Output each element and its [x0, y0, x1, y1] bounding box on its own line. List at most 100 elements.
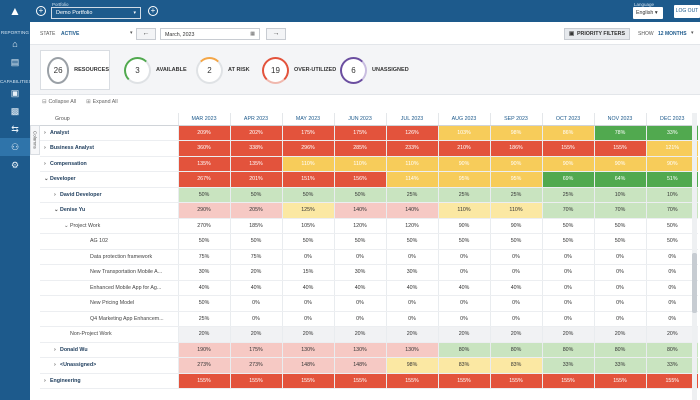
- collapse-all-button[interactable]: ⊟ Collapse All: [42, 99, 76, 105]
- allocation-cell[interactable]: 155%: [229, 373, 282, 389]
- allocation-cell[interactable]: 30%: [385, 264, 438, 281]
- allocation-cell[interactable]: 0%: [437, 295, 490, 312]
- allocation-cell[interactable]: 50%: [541, 233, 594, 250]
- table-row[interactable]: › <Unassigned> 273% 273% 148% 148% 98% 83% 83% 33…: [40, 357, 698, 374]
- allocation-cell[interactable]: 98%: [489, 125, 542, 141]
- allocation-cell[interactable]: 0%: [385, 311, 438, 327]
- allocation-cell[interactable]: 90%: [437, 218, 490, 234]
- vertical-scrollbar[interactable]: [692, 113, 697, 400]
- table-row[interactable]: › Engineering 155% 155% 155% 155% 155% 155% 155%…: [40, 373, 698, 389]
- allocation-cell[interactable]: 50%: [229, 233, 282, 250]
- row-group-cell[interactable]: › David Developer: [40, 187, 178, 203]
- allocation-cell[interactable]: 0%: [593, 295, 646, 312]
- table-row[interactable]: ⌄Project Work 270% 185% 105% 120% 120% 90% 90% 5…: [40, 218, 698, 234]
- allocation-cell[interactable]: 155%: [177, 373, 230, 389]
- allocation-cell[interactable]: 125%: [281, 202, 334, 219]
- allocation-cell[interactable]: 25%: [437, 187, 490, 203]
- priority-filters-button[interactable]: ▣ PRIORITY FILTERS: [564, 28, 630, 40]
- allocation-cell[interactable]: 50%: [177, 233, 230, 250]
- allocation-cell[interactable]: 120%: [333, 218, 386, 234]
- scrollbar-thumb[interactable]: [692, 253, 697, 313]
- columns-side-tab[interactable]: Columns: [30, 125, 40, 155]
- month-column-header[interactable]: JUN 2023: [333, 113, 386, 126]
- allocation-cell[interactable]: 25%: [489, 187, 542, 203]
- allocation-cell[interactable]: 50%: [229, 187, 282, 203]
- allocation-cell[interactable]: 40%: [333, 280, 386, 296]
- row-group-cell[interactable]: › Compensation: [40, 156, 178, 172]
- summary-card-over-utilized[interactable]: 19 OVER-UTILIZED: [256, 50, 346, 90]
- allocation-cell[interactable]: 130%: [281, 342, 334, 358]
- prev-month-button[interactable]: ←: [136, 28, 156, 40]
- allocation-cell[interactable]: 64%: [593, 171, 646, 188]
- summary-card-at-risk[interactable]: 2 AT RISK: [190, 50, 260, 90]
- allocation-cell[interactable]: 0%: [489, 249, 542, 265]
- settings-gear-icon[interactable]: ⚙: [0, 156, 30, 174]
- allocation-cell[interactable]: 110%: [489, 202, 542, 219]
- allocation-cell[interactable]: 0%: [645, 311, 698, 327]
- language-select[interactable]: English ▾: [633, 7, 663, 19]
- allocation-cell[interactable]: 0%: [593, 264, 646, 281]
- allocation-cell[interactable]: 0%: [593, 249, 646, 265]
- allocation-cell[interactable]: 86%: [541, 125, 594, 141]
- allocation-cell[interactable]: 155%: [541, 373, 594, 389]
- allocation-cell[interactable]: 78%: [593, 125, 646, 141]
- summary-card-available[interactable]: 3 AVAILABLE: [118, 50, 188, 90]
- allocation-cell[interactable]: 155%: [281, 373, 334, 389]
- allocation-cell[interactable]: 130%: [333, 342, 386, 358]
- allocation-cell[interactable]: 50%: [645, 218, 698, 234]
- allocation-cell[interactable]: 50%: [177, 295, 230, 312]
- allocation-cell[interactable]: 0%: [541, 295, 594, 312]
- group-column-header[interactable]: Group: [40, 113, 178, 126]
- allocation-cell[interactable]: 30%: [177, 264, 230, 281]
- allocation-cell[interactable]: 0%: [489, 295, 542, 312]
- allocation-cell[interactable]: 50%: [437, 233, 490, 250]
- allocation-cell[interactable]: 20%: [541, 326, 594, 343]
- allocation-cell[interactable]: 50%: [177, 187, 230, 203]
- allocation-cell[interactable]: 140%: [333, 202, 386, 219]
- table-row[interactable]: › Analyst 209% 202% 175% 175% 126% 103% 98% 86% 78…: [40, 125, 698, 141]
- allocation-cell[interactable]: 0%: [541, 280, 594, 296]
- allocation-cell[interactable]: 50%: [645, 233, 698, 250]
- allocation-cell[interactable]: 0%: [593, 311, 646, 327]
- allocation-cell[interactable]: 0%: [541, 311, 594, 327]
- allocation-cell[interactable]: 285%: [333, 140, 386, 157]
- allocation-cell[interactable]: 80%: [593, 342, 646, 358]
- row-group-cell[interactable]: New Pricing Model: [40, 295, 178, 312]
- row-group-cell[interactable]: › Analyst: [40, 125, 178, 141]
- allocation-cell[interactable]: 90%: [645, 156, 698, 172]
- allocation-cell[interactable]: 148%: [333, 357, 386, 374]
- allocation-cell[interactable]: 20%: [385, 326, 438, 343]
- allocation-cell[interactable]: 30%: [333, 264, 386, 281]
- row-group-cell[interactable]: Enhanced Mobile App for Ag...: [40, 280, 178, 296]
- allocation-cell[interactable]: 130%: [385, 342, 438, 358]
- allocation-cell[interactable]: 185%: [229, 218, 282, 234]
- allocation-cell[interactable]: 110%: [437, 202, 490, 219]
- table-row[interactable]: New Transportation Mobile A... 30% 20% 15% 3…: [40, 264, 698, 281]
- allocation-cell[interactable]: 0%: [229, 295, 282, 312]
- allocation-cell[interactable]: 15%: [281, 264, 334, 281]
- summary-card-unassigned[interactable]: 6 UNASSIGNED: [334, 50, 414, 90]
- add-portfolio-icon[interactable]: +: [148, 6, 158, 16]
- month-column-header[interactable]: MAY 2023: [281, 113, 334, 126]
- table-row[interactable]: New Pricing Model 50% 0% 0% 0% 0% 0% 0% 0% 0% 0%: [40, 295, 698, 312]
- allocation-cell[interactable]: 20%: [281, 326, 334, 343]
- allocation-cell[interactable]: 90%: [489, 218, 542, 234]
- allocation-cell[interactable]: 120%: [385, 218, 438, 234]
- allocation-cell[interactable]: 155%: [645, 373, 698, 389]
- allocation-cell[interactable]: 267%: [177, 171, 230, 188]
- portfolio-icon[interactable]: ▣: [0, 84, 30, 102]
- allocation-cell[interactable]: 186%: [489, 140, 542, 157]
- allocation-cell[interactable]: 209%: [177, 125, 230, 141]
- allocation-cell[interactable]: 140%: [385, 202, 438, 219]
- month-picker[interactable]: March, 2023 ▦: [160, 28, 260, 40]
- allocation-cell[interactable]: 0%: [489, 264, 542, 281]
- allocation-cell[interactable]: 40%: [229, 280, 282, 296]
- table-row[interactable]: › Business Analyst 360% 338% 296% 285% 233% 210…: [40, 140, 698, 157]
- month-column-header[interactable]: AUG 2023: [437, 113, 490, 126]
- allocation-cell[interactable]: 33%: [645, 357, 698, 374]
- allocation-cell[interactable]: 155%: [541, 140, 594, 157]
- table-row[interactable]: › David Developer 50% 50% 50% 50% 25% 25% 25% 25%…: [40, 187, 698, 203]
- allocation-cell[interactable]: 0%: [645, 249, 698, 265]
- row-group-cell[interactable]: ⌄Project Work: [40, 218, 178, 234]
- state-select[interactable]: ACTIVE: [61, 31, 79, 37]
